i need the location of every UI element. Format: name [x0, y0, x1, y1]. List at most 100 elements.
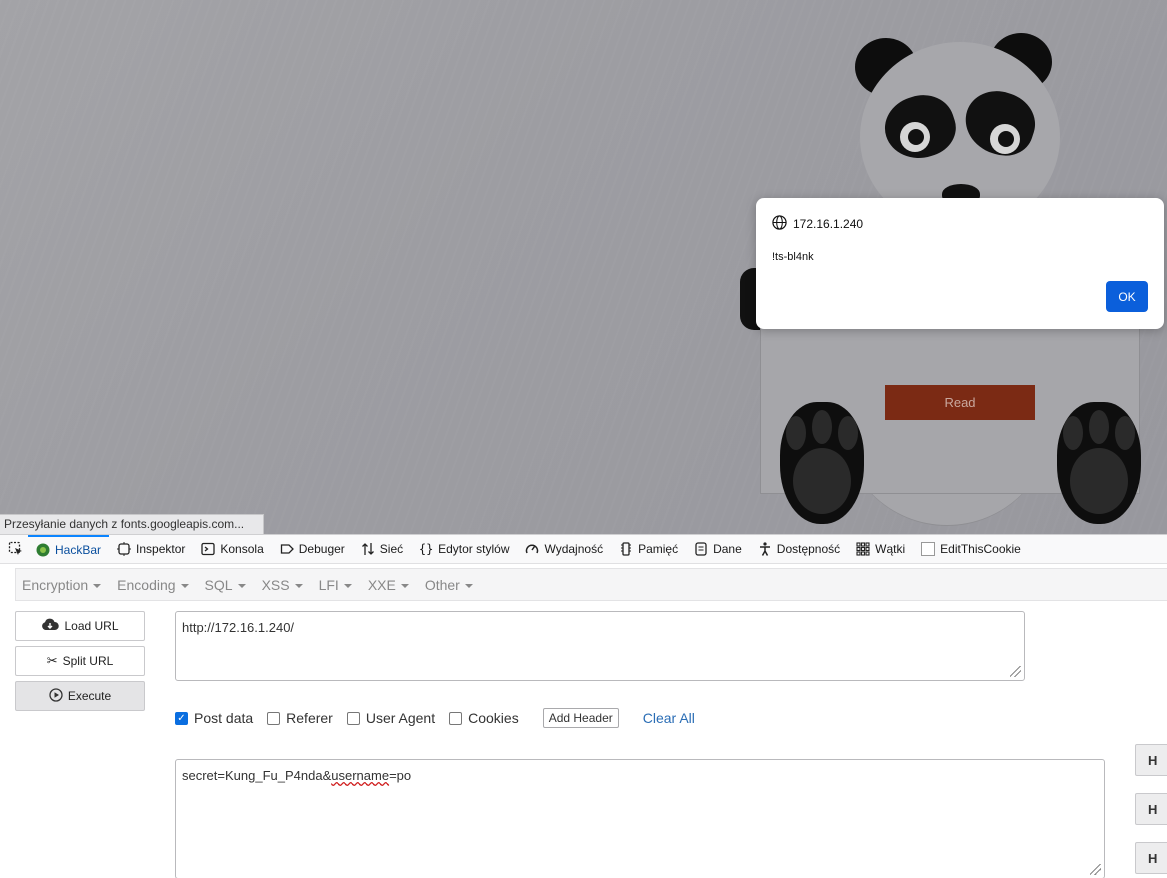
alert-dialog: 172.16.1.240 !ts-bl4nk OK [756, 198, 1164, 329]
referer-option[interactable]: Referer [267, 710, 333, 726]
tab-performance[interactable]: Wydajność [517, 535, 611, 564]
menu-label: XSS [261, 576, 290, 593]
tab-network[interactable]: Sieć [353, 535, 411, 564]
read-button[interactable]: Read [885, 385, 1035, 420]
request-options: ✓ Post data Referer User Agent Cookies A… [175, 707, 695, 729]
dialog-message: !ts-bl4nk [772, 251, 814, 263]
tab-editthiscookie[interactable]: EditThisCookie [913, 535, 1029, 564]
tab-label: Wątki [875, 542, 906, 556]
caret-down-icon [464, 583, 473, 588]
cloud-download-icon [41, 618, 60, 635]
debugger-icon [280, 542, 294, 556]
execute-label: Execute [67, 689, 112, 703]
tab-label: HackBar [55, 543, 102, 557]
tab-label: Inspektor [136, 542, 186, 556]
user-agent-checkbox[interactable] [346, 711, 360, 725]
post-data-checkbox[interactable]: ✓ [175, 711, 188, 725]
memory-icon [619, 542, 633, 556]
storage-icon [694, 542, 708, 556]
load-url-button[interactable]: Load URL [15, 611, 145, 641]
tab-console[interactable]: Konsola [193, 535, 271, 564]
devtools-tab-bar: HackBar Inspektor Konsola Debuger Sieć {… [0, 534, 1167, 564]
add-header-button[interactable]: Add Header [542, 708, 619, 728]
tab-label: Debuger [298, 542, 345, 556]
caret-down-icon [343, 583, 352, 588]
resize-handle-icon[interactable] [1010, 666, 1021, 677]
tab-debugger[interactable]: Debuger [272, 535, 353, 564]
split-url-label: Split URL [62, 654, 114, 668]
menu-label: SQL [204, 576, 233, 593]
cookies-option[interactable]: Cookies [449, 710, 519, 726]
post-data-suffix: =po [389, 768, 412, 783]
menu-label: Encryption [22, 576, 89, 593]
threads-icon [856, 542, 870, 556]
menu-encoding[interactable]: Encoding [111, 577, 194, 593]
post-data-option[interactable]: ✓ Post data [175, 710, 253, 726]
tab-style-editor[interactable]: {} Edytor stylów [411, 535, 517, 564]
network-icon [361, 542, 375, 556]
menu-label: Other [424, 576, 460, 593]
tab-storage[interactable]: Dane [686, 535, 750, 564]
tab-label: Dostępność [776, 542, 841, 556]
panda-left-eye [900, 122, 930, 152]
split-url-button[interactable]: ✂ Split URL [15, 646, 145, 676]
caret-down-icon [294, 583, 303, 588]
menu-label: LFI [318, 576, 339, 593]
element-picker-icon[interactable] [4, 535, 28, 564]
referer-checkbox[interactable] [267, 711, 281, 725]
tab-label: Wydajność [544, 542, 604, 556]
url-textarea[interactable]: http://172.16.1.240/ [175, 611, 1025, 681]
url-value: http://172.16.1.240/ [182, 620, 295, 635]
menu-sql[interactable]: SQL [199, 577, 252, 593]
tab-label: Dane [713, 542, 742, 556]
console-icon [201, 542, 216, 556]
header-button-3[interactable]: H [1135, 842, 1167, 874]
cookie-icon [921, 542, 936, 556]
hackbar-menu-bar: Encryption Encoding SQL XSS LFI XXE Othe… [15, 568, 1167, 601]
resize-handle-icon[interactable] [1090, 864, 1101, 875]
menu-label: XXE [367, 576, 396, 593]
caret-down-icon [180, 583, 189, 588]
post-data-textarea[interactable]: secret=Kung_Fu_P4nda&username=po [175, 759, 1105, 878]
tab-label: Sieć [379, 542, 404, 556]
caret-down-icon [93, 583, 102, 588]
cookies-checkbox[interactable] [449, 711, 463, 725]
menu-xss[interactable]: XSS [256, 577, 309, 593]
header-button-1[interactable]: H [1135, 744, 1167, 776]
clear-all-link[interactable]: Clear All [643, 710, 695, 726]
style-editor-icon: {} [418, 542, 434, 556]
dialog-origin-text: 172.16.1.240 [793, 217, 864, 231]
cookies-label: Cookies [468, 710, 519, 726]
user-agent-label: User Agent [365, 710, 436, 726]
post-data-misspelled-word: username [331, 768, 390, 783]
status-bar: Przesyłanie danych z fonts.googleapis.co… [0, 514, 264, 534]
tab-threads[interactable]: Wątki [848, 535, 913, 564]
menu-lfi[interactable]: LFI [313, 577, 358, 593]
performance-icon [525, 542, 539, 556]
page-viewport: Read 172.16.1.240 !ts-bl4nk OK Przesyłan… [0, 0, 1167, 534]
tab-label: Edytor stylów [438, 542, 510, 556]
globe-icon [772, 215, 787, 233]
menu-encryption[interactable]: Encryption [16, 577, 107, 593]
inspector-icon [117, 542, 132, 556]
tab-inspector[interactable]: Inspektor [109, 535, 193, 564]
ok-button[interactable]: OK [1106, 281, 1148, 312]
tab-label: EditThisCookie [940, 542, 1021, 556]
play-circle-icon [49, 687, 63, 705]
load-url-label: Load URL [64, 619, 119, 633]
user-agent-option[interactable]: User Agent [346, 710, 436, 726]
caret-down-icon [400, 583, 409, 588]
post-data-prefix: secret=Kung_Fu_P4nda& [182, 768, 332, 783]
hackbar-icon [36, 543, 50, 557]
referer-label: Referer [286, 710, 333, 726]
menu-other[interactable]: Other [419, 577, 479, 593]
panda-left-paw [780, 402, 864, 524]
tab-accessibility[interactable]: Dostępność [750, 535, 848, 564]
tab-hackbar[interactable]: HackBar [28, 534, 110, 564]
execute-button[interactable]: Execute [15, 681, 145, 711]
header-button-2[interactable]: H [1135, 793, 1167, 825]
caret-down-icon [237, 583, 246, 588]
tab-memory[interactable]: Pamięć [611, 535, 686, 564]
menu-xxe[interactable]: XXE [362, 577, 415, 593]
panda-right-paw [1057, 402, 1141, 524]
